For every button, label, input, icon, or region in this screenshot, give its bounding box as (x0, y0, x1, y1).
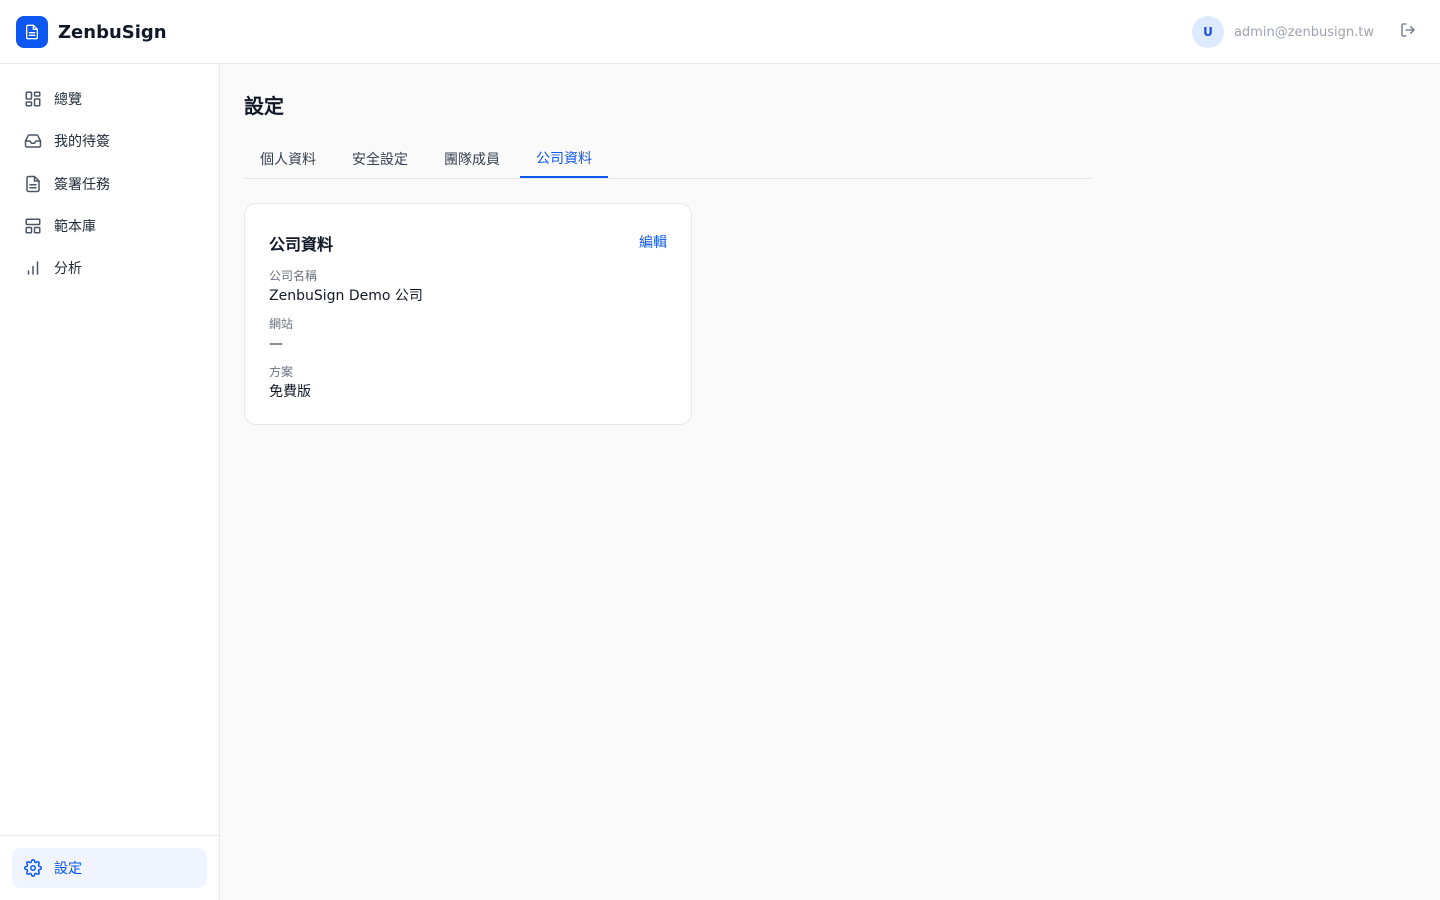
tab-team[interactable]: 團隊成員 (428, 140, 516, 178)
field-website: 網站 — (269, 316, 293, 354)
sidebar-item-label: 總覽 (54, 92, 82, 108)
sidebar-item-overview[interactable]: 總覽 (12, 79, 207, 119)
inbox-icon (24, 132, 42, 150)
sidebar-item-label: 範本庫 (54, 218, 96, 235)
avatar[interactable]: U (1191, 16, 1224, 48)
tab-profile[interactable]: 個人資料 (244, 140, 332, 178)
field-label: 方案 (269, 365, 294, 379)
field-value: ZenbuSign Demo 公司 (269, 288, 423, 304)
user-menu: U admin@zenbusign.tw (1191, 16, 1420, 48)
field-label: 公司名稱 (269, 269, 318, 283)
top-bar: ZenbuSign U admin@zenbusign.tw (0, 0, 1440, 64)
company-info-card: 公司資料 編輯 公司名稱 ZenbuSign Demo 公司 網站 — 方案 免… (244, 203, 692, 425)
field-label: 網站 (269, 317, 294, 331)
sidebar-item-label: 簽署任務 (54, 176, 110, 193)
sidebar-nav: 總覽 我的待簽 簽署任務 範本庫 分析 (12, 79, 207, 290)
template-icon (24, 217, 42, 235)
edit-button[interactable]: 編輯 (639, 232, 667, 252)
bar-chart-icon (24, 259, 42, 277)
document-icon (16, 16, 48, 48)
sidebar-item-templates[interactable]: 範本庫 (12, 206, 207, 246)
user-email: admin@zenbusign.tw (1233, 24, 1374, 40)
brand[interactable]: ZenbuSign (16, 16, 167, 48)
tab-company[interactable]: 公司資料 (520, 140, 608, 178)
gear-icon (24, 859, 42, 877)
sidebar-item-label: 設定 (54, 861, 82, 877)
field-value: — (269, 336, 283, 352)
brand-name: ZenbuSign (58, 21, 167, 43)
sidebar-item-label: 我的待簽 (54, 134, 110, 151)
sidebar-footer: 設定 (0, 835, 219, 900)
settings-tabs: 個人資料 安全設定 團隊成員 公司資料 (244, 140, 1092, 179)
sidebar: 總覽 我的待簽 簽署任務 範本庫 分析 設定 (0, 64, 220, 900)
dashboard-icon (24, 90, 42, 108)
sidebar-item-analytics[interactable]: 分析 (12, 248, 207, 288)
logout-icon (1400, 22, 1416, 42)
sidebar-item-settings[interactable]: 設定 (12, 848, 207, 888)
file-text-icon (24, 175, 42, 193)
field-value: 免費版 (269, 384, 311, 400)
sidebar-item-pending[interactable]: 我的待簽 (12, 121, 207, 161)
field-company-name: 公司名稱 ZenbuSign Demo 公司 (269, 268, 423, 306)
card-title: 公司資料 (269, 235, 334, 254)
page-title: 設定 (244, 94, 284, 118)
field-plan: 方案 免費版 (269, 364, 311, 402)
sidebar-item-label: 分析 (54, 261, 82, 278)
tab-security[interactable]: 安全設定 (336, 140, 424, 178)
sidebar-item-tasks[interactable]: 簽署任務 (12, 164, 207, 204)
logout-button[interactable] (1396, 20, 1420, 44)
